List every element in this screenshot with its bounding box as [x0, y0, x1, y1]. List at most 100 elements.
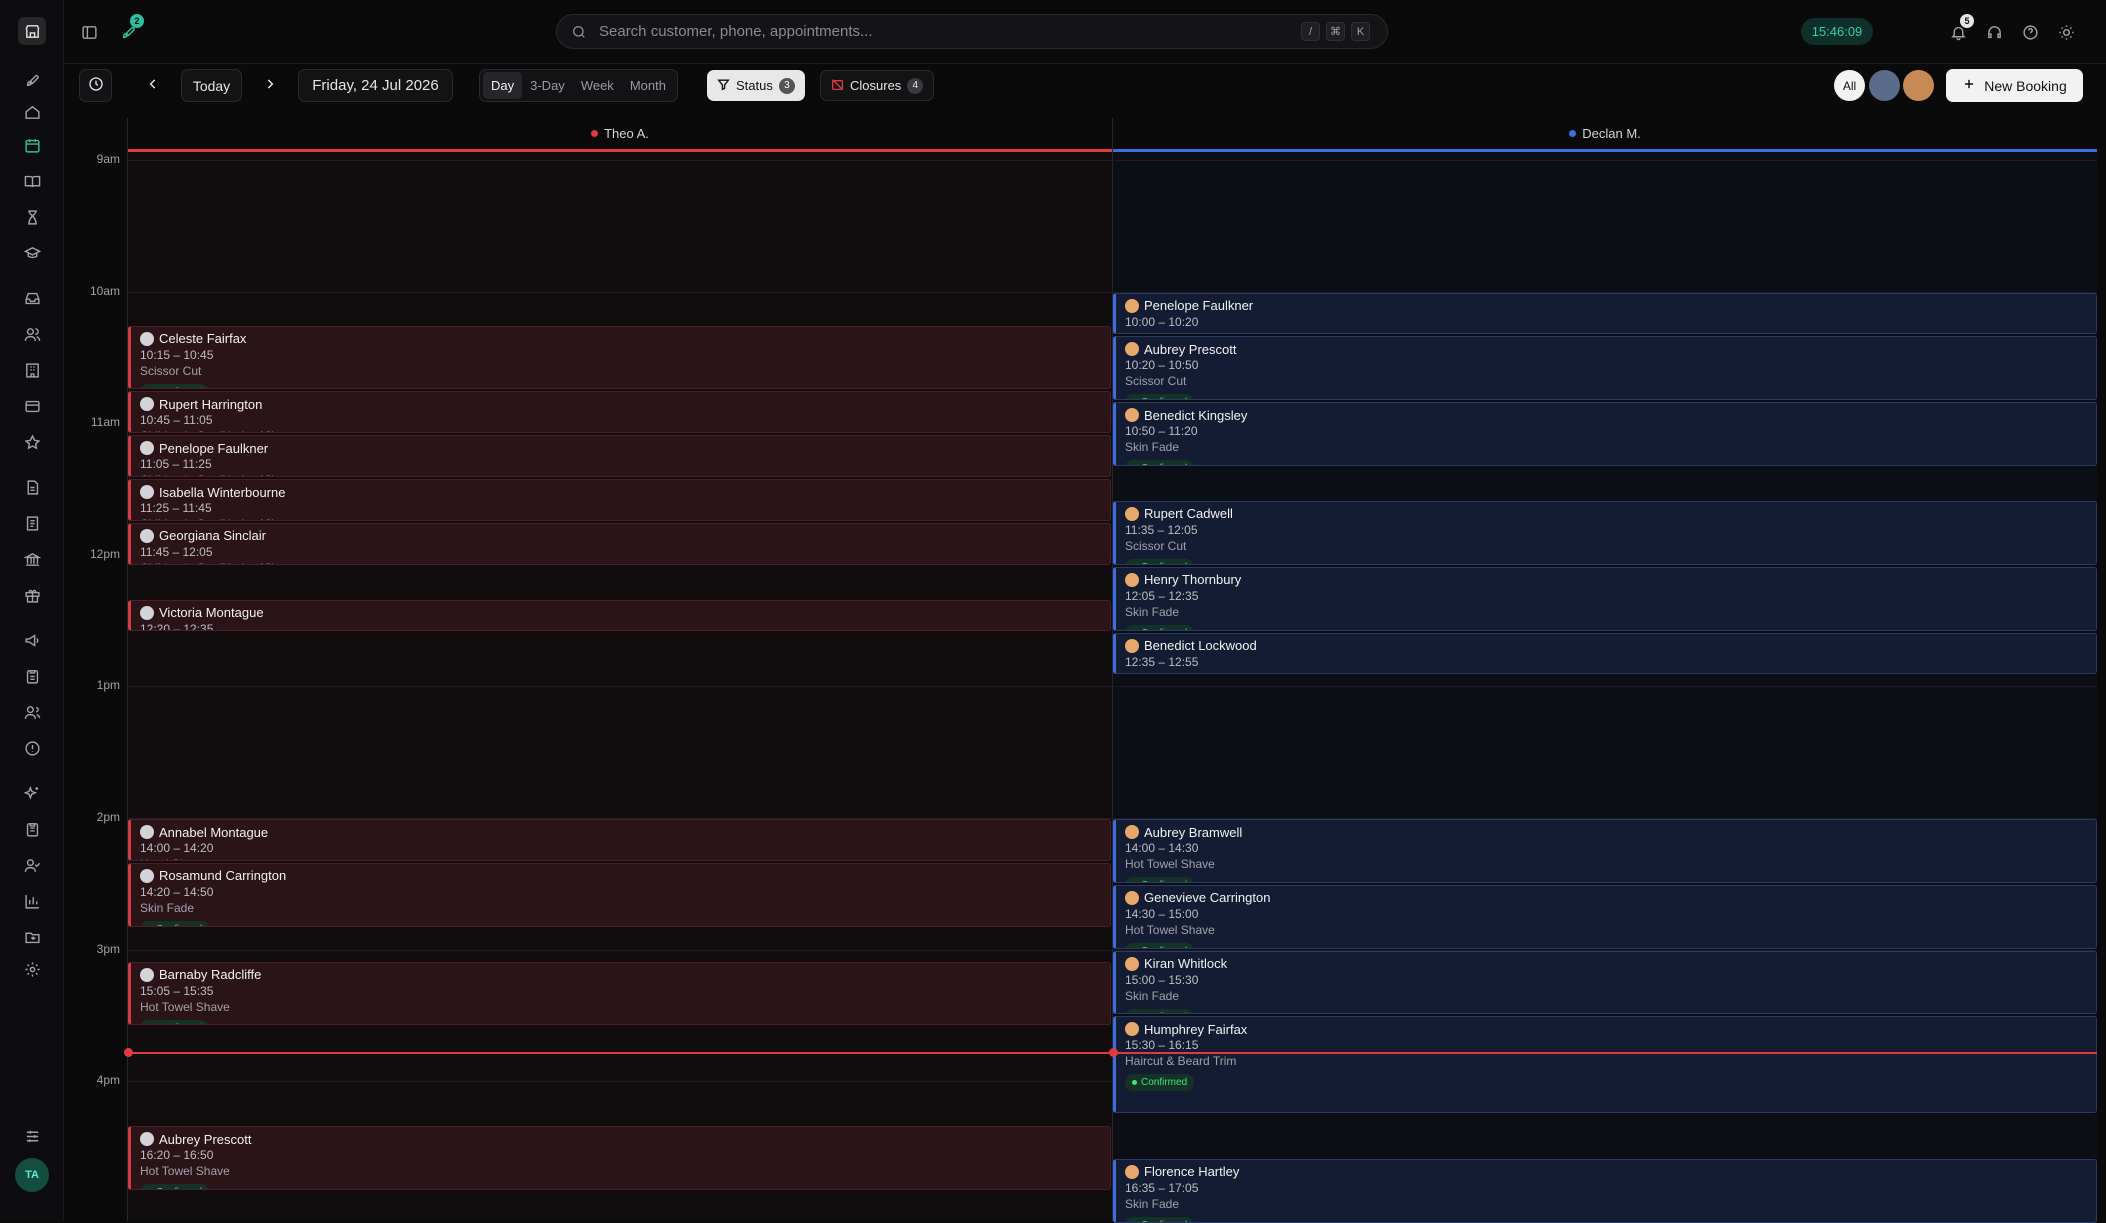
bank-icon[interactable] — [18, 545, 46, 573]
search-input[interactable]: Search customer, phone, appointments... … — [556, 14, 1388, 49]
chevron-right-icon — [263, 77, 277, 94]
customer-avatar-icon — [1125, 638, 1139, 653]
sliders-icon[interactable] — [18, 1122, 46, 1150]
appointment-card[interactable]: Isabella Winterbourne11:25 – 11:45Childr… — [128, 479, 1111, 521]
megaphone-icon[interactable] — [18, 626, 46, 654]
appointment-time: 12:05 – 12:35 — [1125, 588, 1199, 603]
service-name: Scissor Cut — [140, 363, 202, 378]
customer-avatar-icon — [1125, 506, 1139, 521]
settings-icon[interactable] — [18, 955, 46, 983]
appointment-card[interactable]: Genevieve Carrington 14:30 – 15:00 Hot Tow… — [1113, 884, 2097, 949]
appointment-card[interactable]: Annabel Montague14:00 – 14:20Head ShaveC… — [128, 819, 1111, 861]
calendar-icon[interactable] — [18, 131, 46, 159]
appointment-card[interactable]: Benedict Kingsley10:50 – 11:20Skin Fade C… — [1113, 402, 2097, 467]
sidebar-toggle-icon[interactable] — [77, 20, 101, 44]
staff-avatar-declan[interactable] — [1903, 70, 1934, 101]
help-icon[interactable] — [2018, 20, 2042, 44]
staff-dot — [1569, 130, 1577, 137]
appointment-card[interactable]: Florence Hartley16:35 – 17:05Skin Fade Co… — [1113, 1158, 2097, 1223]
rocket-badge: 2 — [130, 14, 144, 28]
customer-name: Rosamund Carrington — [159, 868, 287, 884]
appointment-card[interactable]: Humphrey Fairfax 15:30 – 16:15 Haircut & B… — [1113, 1016, 2097, 1114]
customer-avatar-icon — [1125, 890, 1139, 905]
status-filter-button[interactable]: Status 3 — [707, 70, 805, 101]
customer-avatar-icon — [1125, 1164, 1139, 1179]
next-day-button[interactable] — [255, 69, 285, 102]
status-badge: Confirmed — [1125, 877, 1195, 882]
closures-button[interactable]: Closures 4 — [820, 70, 935, 101]
view-day[interactable]: Day — [483, 72, 523, 99]
appointment-card[interactable]: Victoria Montague12:20 – 12:35Head Shave… — [128, 599, 1111, 631]
appointment-time: 10:00 – 10:20 — [1125, 314, 1199, 329]
appointment-time: 12:20 – 12:35 — [140, 621, 214, 631]
chart-icon[interactable] — [18, 887, 46, 915]
folder-icon[interactable] — [18, 923, 46, 951]
appointment-card[interactable]: Penelope Faulkner10:00 – 10:20 Children's… — [1113, 292, 2097, 335]
star-icon[interactable] — [18, 428, 46, 456]
building-icon[interactable] — [18, 356, 46, 384]
date-picker-button[interactable]: Friday, 24 Jul 2026 — [298, 69, 453, 102]
staff-filter-all[interactable]: All — [1834, 70, 1865, 101]
appointment-time: 15:00 – 15:30 — [1125, 972, 1199, 987]
hour-label: 1pm — [96, 678, 120, 693]
home-icon[interactable] — [18, 98, 46, 126]
appointment-card[interactable]: Kiran Whitlock15:00 – 15:30Skin Fade Conf… — [1113, 950, 2097, 1015]
store-icon[interactable] — [18, 17, 46, 45]
appointment-card[interactable]: Celeste Fairfax10:15 – 10:45Scissor Cut C… — [128, 325, 1111, 390]
checklist-icon[interactable] — [18, 815, 46, 843]
sparkles-icon[interactable] — [18, 779, 46, 807]
view-3-day[interactable]: 3-Day — [522, 72, 573, 99]
staff-avatar-theo[interactable] — [1869, 70, 1900, 101]
service-name: Hot Towel Shave — [1125, 857, 1215, 871]
headset-icon[interactable] — [1982, 20, 2006, 44]
customer-name: Benedict Kingsley — [1144, 407, 1248, 423]
book-icon[interactable] — [18, 167, 46, 195]
receipt-icon[interactable] — [18, 509, 46, 537]
document-icon[interactable] — [18, 473, 46, 501]
rocket-icon[interactable] — [18, 66, 46, 94]
sun-icon[interactable] — [2054, 20, 2078, 44]
graduation-cap-icon[interactable] — [18, 239, 46, 267]
appointment-card[interactable]: Penelope Faulkner11:05 – 11:25Children's… — [128, 435, 1111, 478]
user-check-icon[interactable] — [18, 851, 46, 879]
appointment-card[interactable]: Henry Thornbury12:05 – 12:35Skin Fade Con… — [1113, 566, 2097, 631]
alert-icon[interactable] — [18, 734, 46, 762]
customer-avatar-icon — [140, 528, 154, 543]
card-icon[interactable] — [18, 392, 46, 420]
hour-gridline — [128, 160, 2097, 161]
user-avatar[interactable]: TA — [15, 1158, 49, 1192]
service-name: Skin Fade — [1125, 440, 1180, 455]
appointment-card[interactable]: Aubrey Prescott 16:20 – 16:50 Hot Towel Sh… — [128, 1126, 1111, 1190]
appointment-card[interactable]: Benedict Lockwood12:35 – 12:55 Head Shave… — [1113, 632, 2097, 675]
customer-name: Barnaby Radcliffe — [159, 967, 262, 983]
appointment-card[interactable]: Georgiana Sinclair11:45 – 12:05 Children'… — [128, 522, 1111, 565]
appointment-card[interactable]: Aubrey Prescott10:20 – 10:50Scissor Cut C… — [1113, 336, 2097, 401]
inbox-icon[interactable] — [18, 284, 46, 312]
customer-avatar-icon — [1125, 342, 1139, 357]
view-month[interactable]: Month — [622, 72, 674, 99]
hour-gridline — [128, 686, 2097, 688]
new-booking-button[interactable]: New Booking — [1946, 69, 2083, 102]
team-icon[interactable] — [18, 698, 46, 726]
clipboard-icon[interactable] — [18, 662, 46, 690]
status-dot — [1132, 1080, 1137, 1086]
customer-name: Genevieve Carrington — [1144, 890, 1271, 906]
service-name: Skin Fade — [140, 900, 195, 915]
history-button[interactable] — [79, 69, 112, 102]
appointment-card[interactable]: Rupert Harrington10:45 – 11:05Children's… — [128, 391, 1111, 434]
prev-day-button[interactable] — [138, 69, 168, 102]
appointment-card[interactable]: Rosamund Carrington 14:20 – 14:50 Skin Fad… — [128, 862, 1111, 927]
appointment-card[interactable]: Aubrey Bramwell 14:00 – 14:30 Hot Towel Sh… — [1113, 819, 2097, 883]
hourglass-icon[interactable] — [18, 203, 46, 231]
today-button[interactable]: Today — [181, 69, 242, 102]
view-week[interactable]: Week — [573, 72, 622, 99]
users-icon[interactable] — [18, 320, 46, 348]
service-name: Hot Towel Shave — [140, 999, 230, 1014]
appointment-card[interactable]: Barnaby Radcliffe 15:05 – 15:35 Hot Towel … — [128, 961, 1111, 1026]
customer-name: Henry Thornbury — [1144, 572, 1242, 588]
status-text: Confirmed — [1141, 1012, 1187, 1014]
appointment-card[interactable]: Rupert Cadwell11:35 – 12:05Scissor Cut Co… — [1113, 500, 2097, 565]
gift-icon[interactable] — [18, 581, 46, 609]
search-icon — [571, 24, 587, 44]
customer-name: Annabel Montague — [159, 824, 269, 840]
